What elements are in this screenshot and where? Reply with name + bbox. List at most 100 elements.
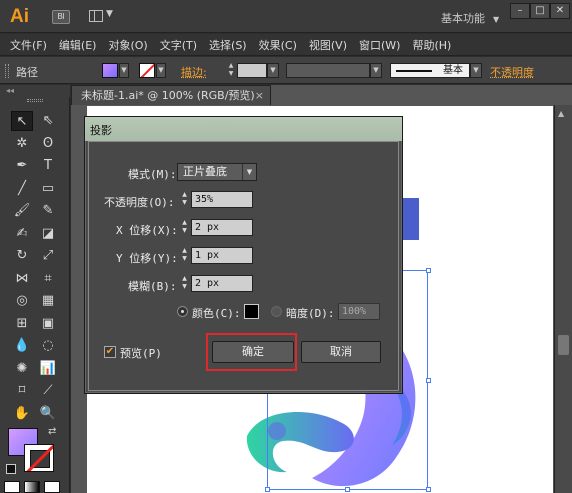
color-radio-label: 颜色(C):	[192, 307, 241, 320]
blur-input[interactable]: 2 px	[191, 275, 253, 292]
menu-file[interactable]: 文件(F)	[10, 37, 47, 53]
opacity-field-label: 不透明度(O):	[104, 196, 175, 209]
fill-dropdown-icon[interactable]: ▼	[119, 63, 129, 78]
gradient-mode-button[interactable]	[24, 481, 40, 493]
close-tab-icon[interactable]: ×	[255, 86, 264, 105]
darkness-input[interactable]: 100%	[338, 303, 380, 320]
opacity-input[interactable]: 35%	[191, 191, 253, 208]
selection-tool-icon[interactable]: ↖	[11, 111, 33, 131]
profile-dropdown-icon[interactable]: ▼	[370, 63, 382, 78]
lasso-tool-icon[interactable]: ʘ	[37, 134, 59, 154]
color-radio[interactable]	[177, 306, 188, 317]
paintbrush-tool-icon[interactable]: 🖌	[11, 201, 33, 221]
zoom-tool-icon[interactable]: 🔍	[37, 404, 59, 424]
direct-selection-tool-icon[interactable]: ⇖	[37, 111, 59, 131]
y-offset-input[interactable]: 1 px	[191, 247, 253, 264]
selection-handle[interactable]	[426, 487, 431, 492]
width-tool-icon[interactable]: ⋈	[11, 269, 33, 289]
stroke-weight-label[interactable]: 描边:	[181, 64, 207, 80]
dialog-titlebar[interactable]	[85, 117, 402, 141]
vertical-scrollbar[interactable]: ▲	[554, 105, 572, 493]
variable-width-profile[interactable]	[286, 63, 370, 78]
rotate-tool-icon[interactable]: ↻	[11, 246, 33, 266]
brush-definition-select[interactable]: 基本	[390, 63, 470, 78]
scroll-up-icon[interactable]: ▲	[558, 109, 564, 118]
shadow-color-swatch[interactable]	[244, 304, 259, 319]
stroke-weight-input[interactable]	[237, 63, 267, 78]
swap-fill-stroke-icon[interactable]: ⇄	[48, 426, 56, 437]
go-to-bridge-button[interactable]: Bl	[52, 10, 70, 24]
pen-tool-icon[interactable]: ✒	[11, 156, 33, 176]
chevron-down-icon: ▼	[242, 164, 256, 180]
stroke-weight-dropdown-icon[interactable]: ▼	[267, 63, 279, 78]
menu-window[interactable]: 窗口(W)	[359, 37, 400, 53]
eraser-tool-icon[interactable]: ◪	[37, 224, 59, 244]
x-offset-spinner[interactable]: ▲ ▼	[180, 219, 189, 236]
menu-view[interactable]: 视图(V)	[309, 37, 347, 53]
preview-checkbox[interactable]: ✔	[104, 346, 116, 358]
workspace-label: 基本功能	[441, 12, 485, 25]
close-button[interactable]: ✕	[550, 3, 570, 19]
blur-spinner[interactable]: ▲ ▼	[180, 275, 189, 292]
tools-panel-header[interactable]: ◂◂	[0, 85, 70, 97]
document-tab[interactable]: 未标题-1.ai* @ 100% (RGB/预览) ×	[71, 85, 271, 105]
eyedropper-tool-icon[interactable]: 💧	[11, 336, 33, 356]
x-offset-label: X 位移(X):	[116, 224, 178, 237]
mesh-tool-icon[interactable]: ⊞	[11, 314, 33, 334]
selection-handle[interactable]	[265, 487, 270, 492]
free-transform-tool-icon[interactable]: ⌗	[37, 269, 59, 289]
default-colors-icon[interactable]	[6, 464, 16, 474]
cancel-button[interactable]: 取消	[301, 341, 381, 363]
stroke-dropdown-icon[interactable]: ▼	[156, 63, 166, 78]
fill-swatch[interactable]	[102, 63, 118, 78]
opacity-label[interactable]: 不透明度	[490, 64, 534, 80]
brush-dropdown-icon[interactable]: ▼	[470, 63, 482, 78]
shape-builder-tool-icon[interactable]: ◎	[11, 291, 33, 311]
column-graph-tool-icon[interactable]: 📊	[37, 359, 59, 379]
menu-type[interactable]: 文字(T)	[160, 37, 197, 53]
menu-help[interactable]: 帮助(H)	[412, 37, 451, 53]
pencil-tool-icon[interactable]: ✎	[37, 201, 59, 221]
none-mode-button[interactable]	[44, 481, 60, 493]
hand-tool-icon[interactable]: ✋	[11, 404, 33, 424]
collapse-panel-icon[interactable]: ◂◂	[6, 86, 14, 95]
maximize-button[interactable]: □	[530, 3, 550, 19]
stroke-swatch[interactable]	[139, 63, 155, 78]
stroke-color-box[interactable]	[24, 444, 54, 472]
selection-handle[interactable]	[426, 268, 431, 273]
darkness-radio[interactable]	[271, 306, 282, 317]
line-tool-icon[interactable]: ╱	[11, 179, 33, 199]
blend-mode-select[interactable]: 正片叠底 ▼	[177, 163, 257, 181]
opacity-spinner[interactable]: ▲ ▼	[180, 191, 189, 208]
arrange-documents-button[interactable]: ▼	[89, 9, 115, 25]
scrollbar-thumb[interactable]	[558, 335, 569, 355]
control-bar: 路径 ▼ ▼ 描边: ▲ ▼ ▼ ▼ 基本 ▼ 不透明度	[0, 57, 572, 84]
blend-tool-icon[interactable]: ◌	[37, 336, 59, 356]
brush-name: 基本	[443, 65, 463, 76]
menu-edit[interactable]: 编辑(E)	[59, 37, 97, 53]
y-offset-spinner[interactable]: ▲ ▼	[180, 247, 189, 264]
gradient-tool-icon[interactable]: ▣	[37, 314, 59, 334]
minimize-button[interactable]: –	[510, 3, 530, 19]
tools-panel: ↖ ⇖ ✲ ʘ ✒ T ╱ ▭ 🖌 ✎ ✍ ◪ ↻ ⤢ ⋈ ⌗ ◎ ▦ ⊞ ▣ 💧 ◌ ✺ 📊 ⌑ ⟋ ✋ 🔍 ⇄	[0, 97, 70, 493]
slice-tool-icon[interactable]: ⟋	[37, 381, 59, 401]
control-bar-grip[interactable]	[5, 64, 9, 78]
magic-wand-tool-icon[interactable]: ✲	[11, 134, 33, 154]
rectangle-tool-icon[interactable]: ▭	[37, 179, 59, 199]
stroke-weight-spinner[interactable]: ▲ ▼	[227, 62, 235, 79]
scale-tool-icon[interactable]: ⤢	[37, 246, 59, 266]
menu-effect[interactable]: 效果(C)	[259, 37, 297, 53]
symbol-sprayer-tool-icon[interactable]: ✺	[11, 359, 33, 379]
workspace-switcher[interactable]: 基本功能 ▼	[441, 10, 499, 26]
selection-handle[interactable]	[426, 378, 431, 383]
tools-panel-grip[interactable]	[27, 99, 43, 102]
type-tool-icon[interactable]: T	[37, 156, 59, 176]
perspective-grid-tool-icon[interactable]: ▦	[37, 291, 59, 311]
artboard-tool-icon[interactable]: ⌑	[11, 381, 33, 401]
menu-object[interactable]: 对象(O)	[108, 37, 147, 53]
blob-brush-tool-icon[interactable]: ✍	[11, 224, 33, 244]
menu-select[interactable]: 选择(S)	[209, 37, 247, 53]
selection-handle[interactable]	[345, 487, 350, 492]
x-offset-input[interactable]: 2 px	[191, 219, 253, 236]
color-mode-button[interactable]	[4, 481, 20, 493]
